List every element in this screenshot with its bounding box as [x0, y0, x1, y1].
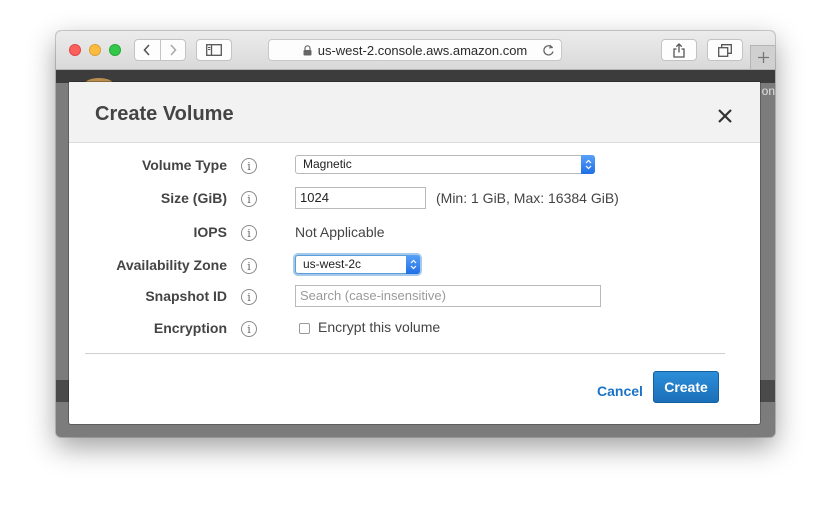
iops-row: IOPS i Not Applicable	[69, 221, 760, 245]
sidebar-toggle-button[interactable]	[196, 39, 232, 61]
cancel-button[interactable]: Cancel	[597, 383, 643, 399]
browser-titlebar: us-west-2.console.aws.amazon.com	[56, 31, 775, 70]
availability-zone-row: Availability Zone i us-west-2c	[69, 254, 760, 278]
info-icon[interactable]: i	[241, 289, 257, 305]
close-dialog-button[interactable]	[715, 106, 735, 126]
volume-type-value: Magnetic	[303, 157, 352, 171]
snapshot-id-label: Snapshot ID	[145, 288, 227, 304]
sidebar-icon	[206, 44, 222, 56]
info-icon[interactable]: i	[241, 158, 257, 174]
plus-icon	[757, 52, 769, 63]
dialog-title: Create Volume	[95, 103, 234, 125]
show-tabs-button[interactable]	[707, 39, 743, 61]
share-button[interactable]	[661, 39, 697, 61]
page-edge-text: on	[761, 84, 775, 98]
size-input[interactable]: 1024	[295, 187, 426, 209]
tabs-icon	[718, 43, 732, 57]
back-forward-group	[134, 39, 186, 61]
volume-type-row: Volume Type i Magnetic	[69, 154, 760, 178]
chevron-right-icon	[170, 44, 177, 56]
availability-zone-label: Availability Zone	[116, 257, 227, 273]
size-hint: (Min: 1 GiB, Max: 16384 GiB)	[436, 190, 619, 206]
close-window-button[interactable]	[69, 44, 81, 56]
size-row: Size (GiB) i 1024 (Min: 1 GiB, Max: 1638…	[69, 187, 760, 211]
size-label: Size (GiB)	[160, 190, 227, 206]
volume-type-select[interactable]: Magnetic	[295, 155, 595, 174]
share-icon	[673, 42, 685, 58]
iops-label: IOPS	[193, 224, 227, 240]
availability-zone-select[interactable]: us-west-2c	[295, 255, 420, 274]
info-icon[interactable]: i	[241, 321, 257, 337]
info-icon[interactable]: i	[241, 191, 257, 207]
select-arrows-icon	[406, 255, 420, 274]
close-icon	[718, 109, 732, 123]
snapshot-id-input[interactable]: Search (case-insensitive)	[295, 285, 601, 307]
encryption-label: Encryption	[153, 320, 227, 336]
new-tab-button[interactable]	[750, 45, 775, 69]
address-url: us-west-2.console.aws.amazon.com	[317, 42, 528, 58]
encrypt-volume-checkbox[interactable]	[299, 323, 310, 334]
encrypt-volume-label[interactable]: Encrypt this volume	[318, 319, 440, 335]
info-icon[interactable]: i	[241, 258, 257, 274]
iops-value: Not Applicable	[295, 224, 385, 240]
snapshot-id-row: Snapshot ID i Search (case-insensitive)	[69, 285, 760, 309]
zoom-window-button[interactable]	[109, 44, 121, 56]
reload-icon[interactable]	[542, 43, 555, 60]
address-bar[interactable]: us-west-2.console.aws.amazon.com	[268, 39, 562, 61]
info-icon[interactable]: i	[241, 225, 257, 241]
volume-type-label: Volume Type	[141, 157, 227, 173]
create-button[interactable]: Create	[653, 371, 719, 403]
select-arrows-icon	[581, 155, 595, 174]
create-volume-dialog: Create Volume Volume Type i Magnetic Siz…	[69, 82, 760, 424]
forward-button[interactable]	[161, 40, 186, 60]
chevron-left-icon	[143, 44, 150, 56]
footer-divider	[85, 353, 725, 354]
back-button[interactable]	[135, 40, 161, 60]
minimize-window-button[interactable]	[89, 44, 101, 56]
lock-icon	[303, 44, 312, 56]
availability-zone-value: us-west-2c	[303, 257, 362, 271]
dialog-header: Create Volume	[69, 82, 760, 143]
encryption-row: Encryption i Encrypt this volume	[69, 317, 760, 341]
